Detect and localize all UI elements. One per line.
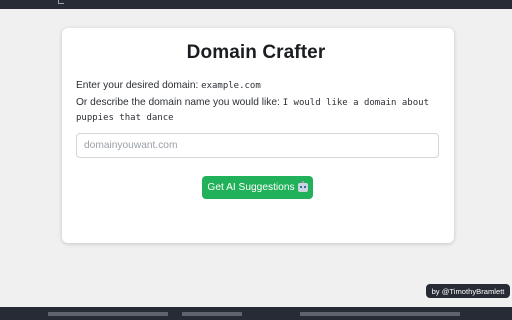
footer-text-blurred bbox=[48, 312, 168, 316]
instruction-2-text: Or describe the domain name you would li… bbox=[76, 97, 283, 108]
nav-icon bbox=[58, 0, 64, 4]
robot-icon bbox=[297, 181, 308, 192]
instruction-1-text: Enter your desired domain: bbox=[76, 80, 202, 91]
example-description-code: I would like a domain about bbox=[282, 98, 429, 108]
author-credit-link[interactable]: by @TimothyBramlett bbox=[426, 284, 510, 298]
example-description-code-continued: puppies that dance bbox=[76, 113, 174, 123]
footer-text-blurred bbox=[182, 312, 242, 316]
footer-text-blurred bbox=[300, 312, 460, 316]
top-navigation-bar bbox=[0, 0, 512, 9]
instruction-line-2-continued: puppies that dance bbox=[76, 112, 174, 123]
instruction-line-1: Enter your desired domain: example.com bbox=[76, 80, 261, 91]
page-title: Domain Crafter bbox=[186, 42, 326, 63]
example-domain-code: example.com bbox=[201, 81, 261, 91]
get-ai-suggestions-button[interactable]: Get AI Suggestions bbox=[202, 176, 313, 199]
domain-input[interactable] bbox=[76, 133, 439, 158]
instruction-line-2: Or describe the domain name you would li… bbox=[76, 97, 429, 108]
footer-bar bbox=[0, 307, 512, 320]
get-ai-suggestions-label: Get AI Suggestions bbox=[207, 182, 295, 193]
